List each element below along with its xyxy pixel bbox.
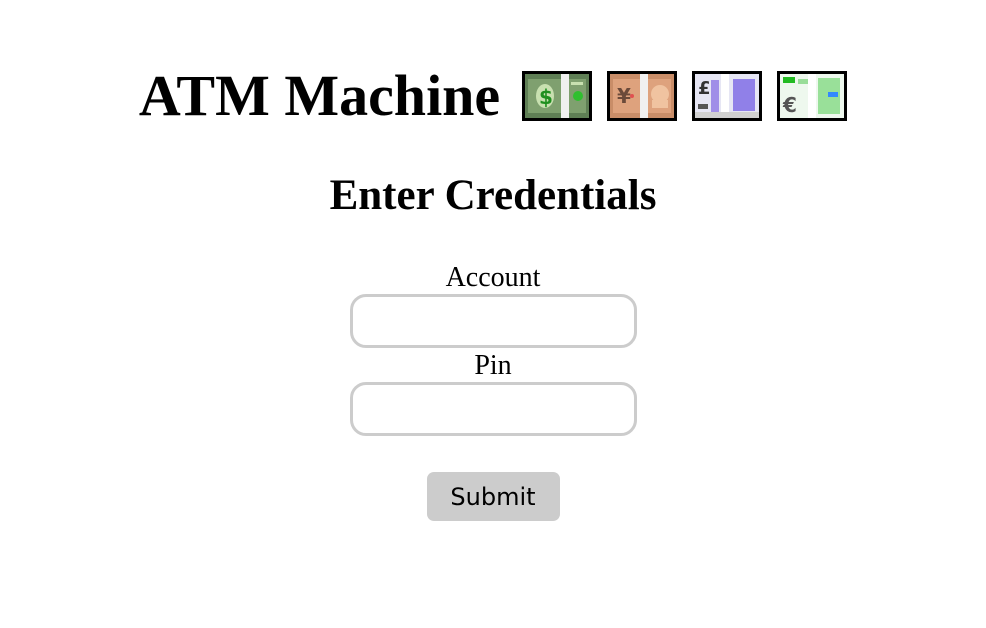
- svg-text:$: $: [539, 85, 553, 109]
- page-header: ATM Machine $ ¥ £ €: [0, 58, 986, 134]
- svg-text:€: €: [782, 93, 797, 117]
- bill-icons: $ ¥ £ €: [522, 71, 848, 121]
- dollar-bill-icon: $: [522, 71, 593, 121]
- submit-button[interactable]: Submit: [426, 472, 560, 521]
- pound-bill-icon: £: [692, 71, 763, 121]
- credentials-form: Account Pin Submit: [0, 262, 986, 521]
- page-title: ATM Machine: [138, 63, 501, 128]
- yen-bill-icon: ¥: [607, 71, 678, 121]
- pin-label: Pin: [474, 350, 512, 381]
- euro-bill-icon: €: [777, 71, 848, 121]
- form-heading: Enter Credentials: [329, 172, 657, 219]
- svg-text:£: £: [698, 78, 711, 99]
- pin-input[interactable]: [349, 382, 637, 436]
- account-label: Account: [445, 262, 541, 293]
- account-input[interactable]: [349, 294, 637, 348]
- svg-text:¥: ¥: [617, 84, 631, 108]
